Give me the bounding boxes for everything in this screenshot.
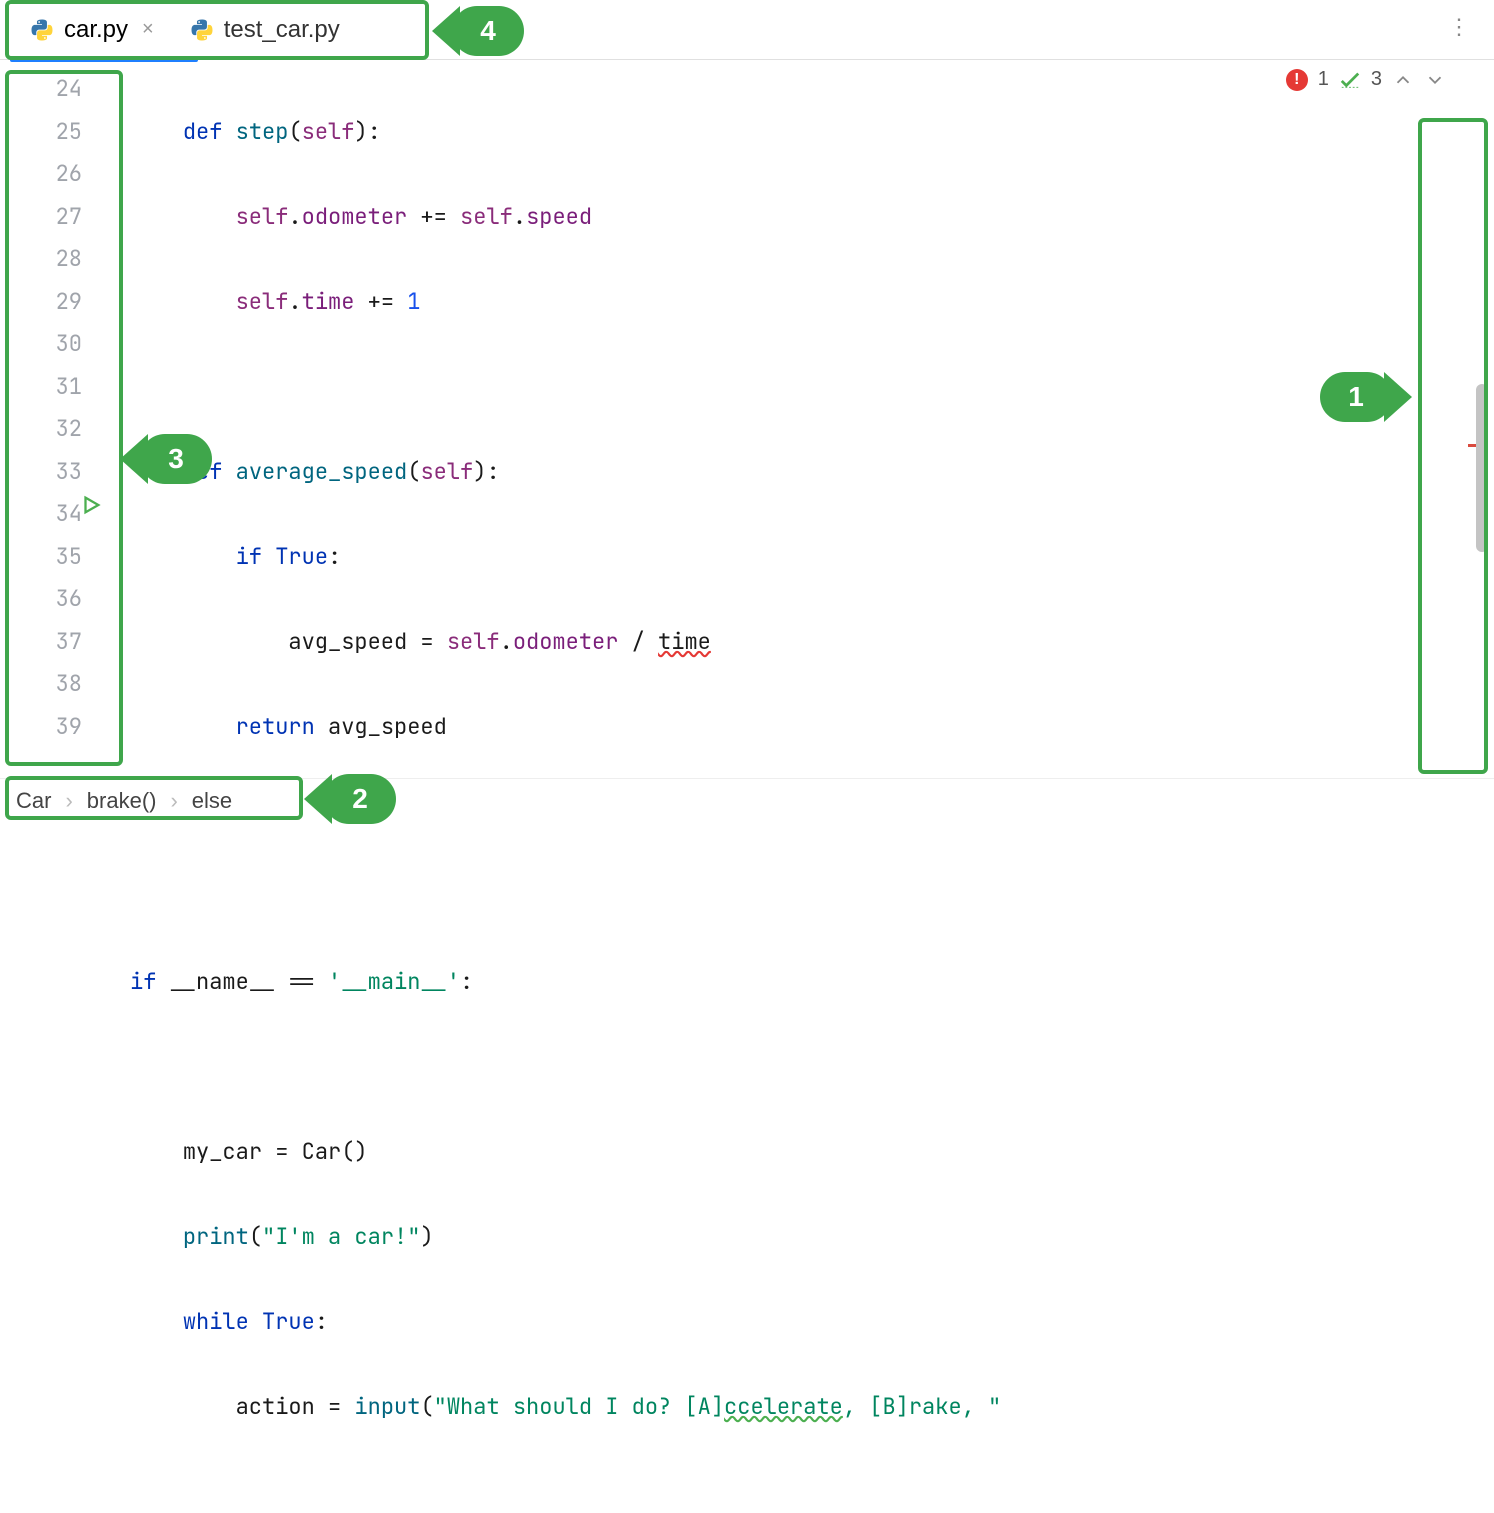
python-icon <box>30 18 54 42</box>
line-number: 24 <box>0 68 82 111</box>
inspections-widget[interactable]: ! 1 3 <box>1286 68 1446 91</box>
line-number: 33 <box>0 451 82 494</box>
close-icon[interactable]: × <box>142 18 154 41</box>
tab-label: test_car.py <box>224 16 340 44</box>
line-number: 29 <box>0 281 82 324</box>
tab-test-car-py[interactable]: test_car.py <box>172 0 358 60</box>
warning-check-icon <box>1339 69 1361 91</box>
editor: ! 1 3 24 25 26 27 28 29 30 31 32 33 34 3… <box>0 60 1494 778</box>
annotation-label-2: 2 <box>324 774 396 824</box>
scrollbar[interactable] <box>1472 74 1488 774</box>
line-number: 38 <box>0 663 82 706</box>
annotation-label-3: 3 <box>140 434 212 484</box>
function-name: step <box>236 117 289 146</box>
line-number: 27 <box>0 196 82 239</box>
warning-count: 3 <box>1371 68 1382 91</box>
tab-label: car.py <box>64 16 128 44</box>
line-number: 35 <box>0 536 82 579</box>
breadcrumb-item[interactable]: Car <box>16 788 51 814</box>
line-number: 37 <box>0 621 82 664</box>
annotation-label-1: 1 <box>1320 372 1392 422</box>
error-count: 1 <box>1318 68 1329 91</box>
more-menu-icon[interactable]: ⋮ <box>1448 14 1472 40</box>
keyword: def <box>183 117 223 146</box>
line-number: 26 <box>0 153 82 196</box>
line-number: 31 <box>0 366 82 409</box>
error-icon: ! <box>1286 69 1308 91</box>
line-number: 32 <box>0 408 82 451</box>
warning-underline: ccelerate <box>724 1392 843 1421</box>
tab-bar: car.py × test_car.py ⋮ <box>0 0 1494 60</box>
run-gutter-icon[interactable] <box>80 494 102 521</box>
code-area[interactable]: def step(self): self.odometer += self.sp… <box>130 60 1494 778</box>
chevron-down-icon[interactable] <box>1424 69 1446 91</box>
line-number: 34 <box>0 493 82 536</box>
line-number-gutter[interactable]: 24 25 26 27 28 29 30 31 32 33 34 35 36 3… <box>0 60 100 778</box>
line-number: 39 <box>0 706 82 749</box>
scrollbar-thumb[interactable] <box>1476 384 1488 552</box>
gutter-icons <box>100 60 130 778</box>
error-underline: time <box>658 627 711 656</box>
chevron-up-icon[interactable] <box>1392 69 1414 91</box>
python-icon <box>190 18 214 42</box>
line-number: 28 <box>0 238 82 281</box>
line-number: 30 <box>0 323 82 366</box>
line-number: 25 <box>0 111 82 154</box>
tab-car-py[interactable]: car.py × <box>12 0 172 60</box>
line-number: 36 <box>0 578 82 621</box>
chevron-right-icon: › <box>65 788 72 814</box>
annotation-label-4: 4 <box>452 6 524 56</box>
